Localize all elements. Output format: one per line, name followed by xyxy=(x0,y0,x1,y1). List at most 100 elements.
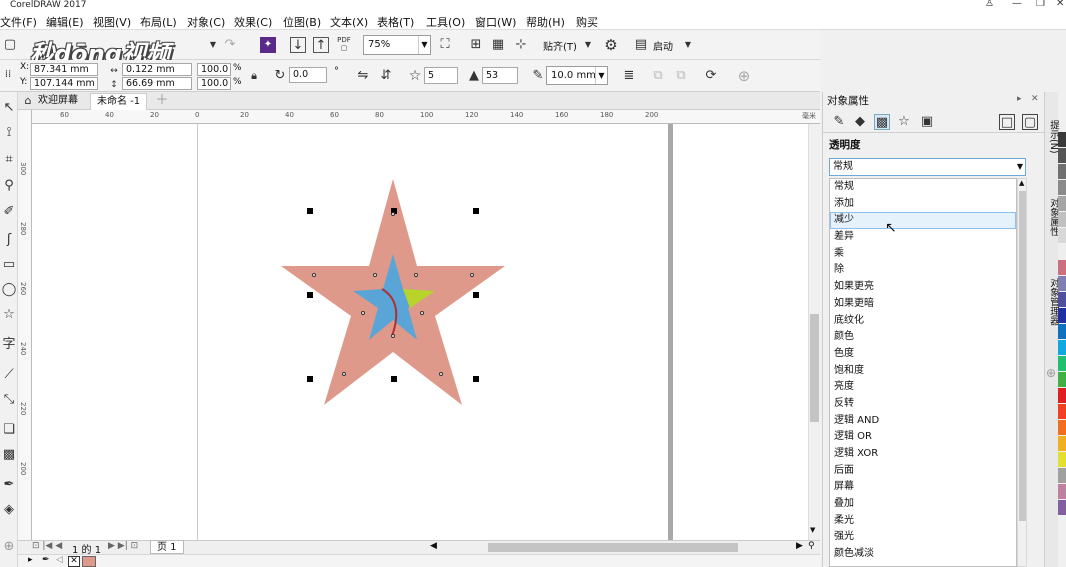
merge-mode-option[interactable]: 逻辑 OR xyxy=(830,429,1016,446)
merge-mode-option[interactable]: 后面 xyxy=(830,463,1016,480)
redo-icon[interactable]: ↷ xyxy=(222,37,238,53)
palette-swatch[interactable] xyxy=(1058,420,1066,435)
merge-mode-option[interactable]: 色度 xyxy=(830,346,1016,363)
effects-star-icon[interactable]: ☆ xyxy=(896,114,912,130)
publish-pdf-icon[interactable]: PDF ▢ xyxy=(336,36,352,52)
menu-effects[interactable]: 效果(C) xyxy=(234,14,272,30)
selection-handle[interactable] xyxy=(307,208,313,214)
shape-node[interactable] xyxy=(391,334,395,338)
crop-tool-icon[interactable]: ⌗ xyxy=(1,152,17,168)
shape-node[interactable] xyxy=(342,372,346,376)
scroll-right-icon[interactable]: ▶ xyxy=(796,541,803,551)
selection-handle[interactable] xyxy=(307,292,313,298)
add-tool-icon[interactable]: ⊕ xyxy=(1,539,17,555)
new-tab-icon[interactable]: ＋ xyxy=(154,93,170,109)
merge-mode-option[interactable]: 颜色减淡 xyxy=(830,546,1016,563)
menu-buy[interactable]: 购买 xyxy=(576,14,598,30)
full-screen-icon[interactable]: ⛶ xyxy=(437,37,453,53)
mirror-horizontal-icon[interactable]: ⇋ xyxy=(355,68,371,84)
palette-swatch[interactable] xyxy=(1058,244,1066,259)
transparency-tool-icon[interactable]: ▩ xyxy=(1,447,17,463)
selection-handle[interactable] xyxy=(391,376,397,382)
merge-mode-option[interactable]: 叠加 xyxy=(830,496,1016,513)
palette-swatch[interactable] xyxy=(1058,276,1066,291)
snap-to-menu[interactable]: 贴齐(T) xyxy=(543,38,577,53)
palette-swatch[interactable] xyxy=(1058,164,1066,179)
connector-tool-icon[interactable]: ⤡ xyxy=(1,392,17,408)
vertical-scrollbar[interactable]: ▼ xyxy=(808,124,820,540)
shape-node[interactable] xyxy=(470,273,474,277)
selection-handle[interactable] xyxy=(473,292,479,298)
menu-bitmaps[interactable]: 位图(B) xyxy=(283,14,321,30)
palette-swatch[interactable] xyxy=(1058,452,1066,467)
corel-connect-icon[interactable]: ✦ xyxy=(260,37,276,53)
palette-swatch[interactable] xyxy=(1058,356,1066,371)
merge-mode-option[interactable]: 除 xyxy=(830,262,1016,279)
launch-dropdown-icon[interactable]: ▼ xyxy=(680,37,696,53)
palette-swatch[interactable] xyxy=(1058,228,1066,243)
polygon-tool-icon[interactable]: ☆ xyxy=(1,307,17,323)
merge-mode-option[interactable]: 逻辑 AND xyxy=(830,413,1016,430)
star-icon[interactable]: ☆ xyxy=(407,68,423,84)
merge-mode-option[interactable]: 如果更亮 xyxy=(830,279,1016,296)
merge-mode-option[interactable]: 亮度 xyxy=(830,379,1016,396)
page-nav-forward-icon[interactable]: ▶ ▶| ⊡ xyxy=(108,541,138,551)
menu-help[interactable]: 帮助(H) xyxy=(526,14,565,30)
to-front-icon[interactable]: ⧉ xyxy=(650,68,666,84)
import-icon[interactable]: ↓ xyxy=(290,37,306,53)
outline-icon[interactable]: ✎ xyxy=(831,114,847,130)
launch-app-icon[interactable]: ▤ xyxy=(633,37,649,53)
scroll-down-icon[interactable]: ▼ xyxy=(810,526,815,534)
zoom-level-select[interactable]: 75% ▼ xyxy=(363,35,431,55)
panel-expand-icon[interactable]: ▸ xyxy=(1017,94,1022,104)
snap-dropdown-icon[interactable]: ▼ xyxy=(580,37,596,53)
rectangle-tool-icon[interactable]: ▭ xyxy=(1,257,17,273)
frame-icon[interactable]: □ xyxy=(999,114,1015,130)
scroll-up-icon[interactable]: ▲ xyxy=(1019,179,1024,187)
mirror-vertical-icon[interactable]: ⇵ xyxy=(378,68,394,84)
fill-icon[interactable]: ◆ xyxy=(852,114,868,130)
drawing-canvas[interactable] xyxy=(32,124,808,540)
selection-handle[interactable] xyxy=(307,376,313,382)
menu-text[interactable]: 文本(X) xyxy=(330,14,368,30)
rotation-field[interactable]: 0.0 xyxy=(289,67,327,83)
shape-node[interactable] xyxy=(361,311,365,315)
to-back-icon[interactable]: ⧉ xyxy=(673,68,689,84)
panel-close-icon[interactable]: ✕ xyxy=(1031,94,1039,104)
menu-edit[interactable]: 编辑(E) xyxy=(46,14,84,30)
menu-table[interactable]: 表格(T) xyxy=(377,14,414,30)
palette-swatch[interactable] xyxy=(1058,180,1066,195)
export-icon[interactable]: ↑ xyxy=(313,37,329,53)
show-rulers-icon[interactable]: ⊞ xyxy=(468,37,484,53)
outline-width-select[interactable]: 10.0 mm ▼ xyxy=(546,66,608,85)
fill-eyedropper-icon[interactable]: ✒ xyxy=(42,555,50,565)
merge-mode-option[interactable]: 添加 xyxy=(830,196,1016,213)
palette-swatch[interactable] xyxy=(1058,212,1066,227)
add-icon[interactable]: ⊕ xyxy=(736,68,752,84)
drop-shadow-icon[interactable]: ❏ xyxy=(1,422,17,438)
freehand-tool-icon[interactable]: ✐ xyxy=(1,204,17,220)
menu-window[interactable]: 窗口(W) xyxy=(475,14,516,30)
open-dropdown-icon[interactable]: ▼ xyxy=(205,37,221,53)
merge-mode-option[interactable]: 差异 xyxy=(830,229,1016,246)
page-icon[interactable]: ▢ xyxy=(1022,114,1038,130)
gear-icon[interactable]: ⚙ xyxy=(603,37,619,53)
merge-mode-option[interactable]: 如果更暗 xyxy=(830,296,1016,313)
tab-untitled-1[interactable]: 未命名 -1 xyxy=(90,93,148,110)
parallel-dimension-icon[interactable]: ⟋ xyxy=(1,367,17,383)
shape-node[interactable] xyxy=(420,311,424,315)
palette-swatch[interactable] xyxy=(1058,148,1066,163)
palette-swatch[interactable] xyxy=(1058,324,1066,339)
scale-width-field[interactable]: 100.0 xyxy=(197,63,231,76)
zoom-tool-icon[interactable]: ⚲ xyxy=(1,178,17,194)
merge-mode-select[interactable]: 常规 ▼ xyxy=(829,158,1026,176)
shape-node[interactable] xyxy=(439,372,443,376)
horizontal-scroll-thumb[interactable] xyxy=(488,543,738,552)
palette-swatch[interactable] xyxy=(1058,292,1066,307)
merge-mode-option[interactable]: 乘 xyxy=(830,246,1016,263)
sharpness-field[interactable]: 53 xyxy=(482,67,518,84)
pick-tool-icon[interactable]: ↖ xyxy=(1,100,17,116)
merge-mode-option[interactable]: 底纹化 xyxy=(830,313,1016,330)
show-grid-icon[interactable]: ▦ xyxy=(490,37,506,53)
merge-mode-option[interactable]: 柔光 xyxy=(830,513,1016,530)
